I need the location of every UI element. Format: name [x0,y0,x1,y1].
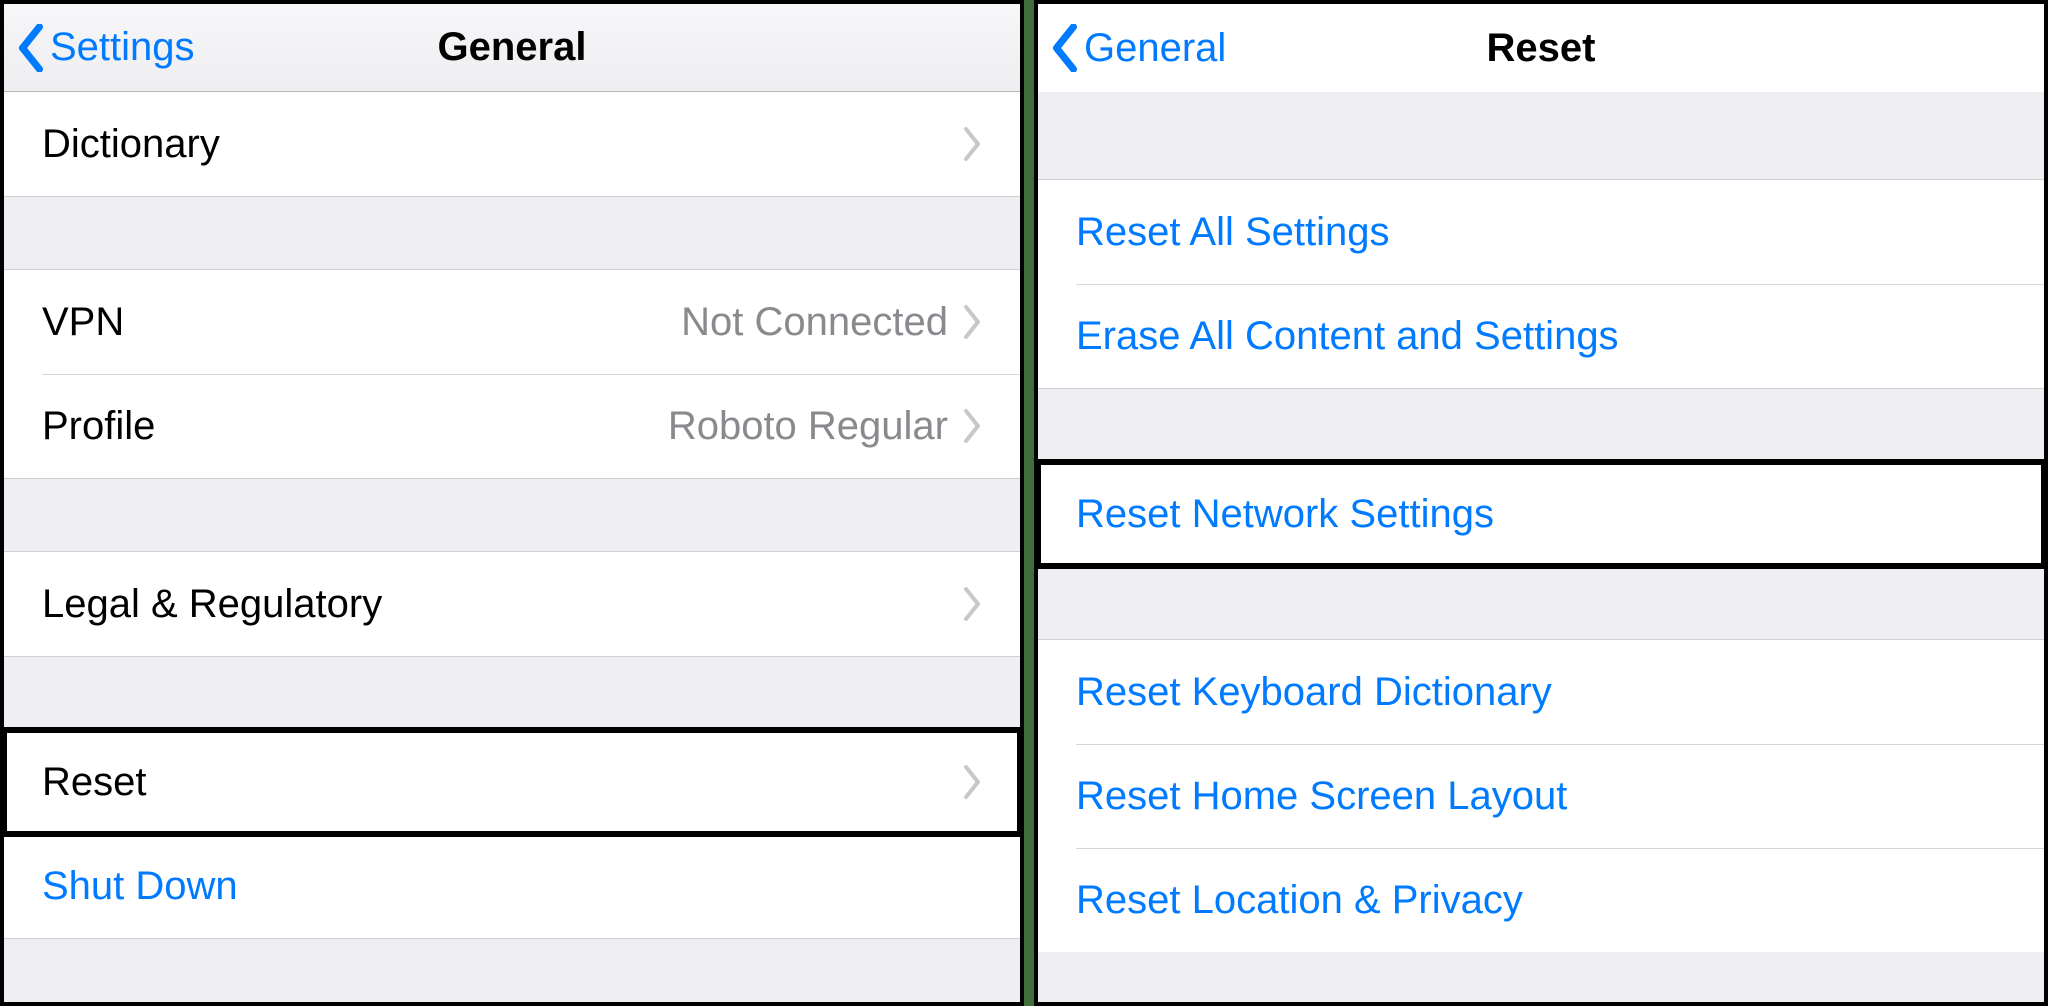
chevron-right-icon [962,127,982,161]
back-to-general[interactable]: General [1038,24,1226,72]
navbar-reset: General Reset [1038,4,2044,92]
row-label: Profile [42,404,155,449]
chevron-left-icon [16,24,46,72]
row-reset[interactable]: Reset [4,730,1020,834]
chevron-right-icon [962,587,982,621]
section-gap [1038,566,2044,640]
row-dictionary[interactable]: Dictionary [4,92,1020,196]
row-label: Reset [42,760,147,805]
row-reset-location-privacy[interactable]: Reset Location & Privacy [1038,848,2044,952]
row-profile[interactable]: Profile Roboto Regular [4,374,1020,478]
section-gap [1038,92,2044,180]
navbar-general: Settings General [4,4,1020,92]
chevron-right-icon [962,305,982,339]
chevron-left-icon [1050,24,1080,72]
row-label: Legal & Regulatory [42,582,382,627]
row-label: Reset All Settings [1076,210,1390,255]
section-gap [4,938,1020,1006]
list-general: Dictionary VPN Not Connected Profile Rob… [4,92,1020,1006]
row-label: Reset Network Settings [1076,492,1494,537]
row-reset-home-screen-layout[interactable]: Reset Home Screen Layout [1038,744,2044,848]
section-gap [4,656,1020,730]
row-reset-keyboard-dictionary[interactable]: Reset Keyboard Dictionary [1038,640,2044,744]
back-label: Settings [50,25,195,70]
section-gap [4,196,1020,270]
row-vpn[interactable]: VPN Not Connected [4,270,1020,374]
section-gap [4,478,1020,552]
row-label: VPN [42,300,124,345]
row-label: Reset Keyboard Dictionary [1076,670,1552,715]
row-label: Erase All Content and Settings [1076,314,1619,359]
row-label: Reset Home Screen Layout [1076,774,1567,819]
panel-general: Settings General Dictionary VPN Not Conn… [0,0,1024,1006]
row-erase-all-content[interactable]: Erase All Content and Settings [1038,284,2044,388]
panel-reset: General Reset Reset All Settings Erase A… [1034,0,2048,1006]
row-value: Roboto Regular [668,404,948,449]
row-legal-regulatory[interactable]: Legal & Regulatory [4,552,1020,656]
row-value: Not Connected [681,300,948,345]
row-label: Shut Down [42,864,238,909]
chevron-right-icon [962,409,982,443]
row-label: Dictionary [42,122,220,167]
back-to-settings[interactable]: Settings [4,24,195,72]
list-reset: Reset All Settings Erase All Content and… [1038,92,2044,952]
row-shut-down[interactable]: Shut Down [4,834,1020,938]
chevron-right-icon [962,765,982,799]
back-label: General [1084,26,1226,71]
row-reset-all-settings[interactable]: Reset All Settings [1038,180,2044,284]
section-gap [1038,388,2044,462]
row-label: Reset Location & Privacy [1076,878,1523,923]
row-reset-network-settings[interactable]: Reset Network Settings [1038,462,2044,566]
